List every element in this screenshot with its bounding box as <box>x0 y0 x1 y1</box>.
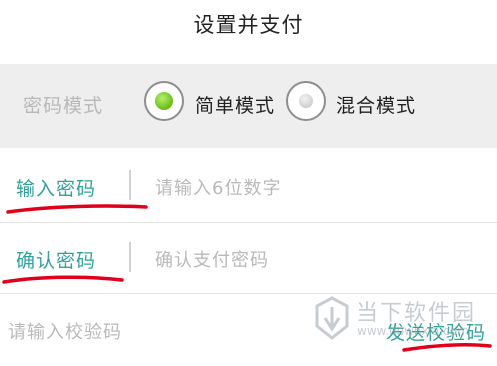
row-divider <box>0 222 497 223</box>
radio-selected-dot <box>155 92 173 110</box>
password-mode-label: 密码模式 <box>23 95 104 117</box>
verify-code-input[interactable]: 请输入校验码 <box>8 318 122 344</box>
confirm-password-label: 确认密码 <box>16 250 97 272</box>
simple-mode-label[interactable]: 简单模式 <box>195 91 275 118</box>
confirm-password-input[interactable]: 确认支付密码 <box>155 246 269 272</box>
confirm-password-row: 确认密码 确认支付密码 <box>0 224 497 296</box>
title-bar: 设置并支付 <box>0 0 497 58</box>
password-input[interactable]: 请输入6位数字 <box>155 174 281 200</box>
watermark: 当下软件园 www.downxia.com <box>308 292 493 346</box>
radio-unselected-dot <box>299 94 313 108</box>
field-separator <box>129 242 131 272</box>
password-mode-row: 密码模式 简单模式 混合模式 <box>0 64 497 148</box>
field-separator <box>129 170 131 200</box>
simple-mode-radio[interactable] <box>144 81 184 121</box>
password-row: 输入密码 请输入6位数字 <box>0 152 497 224</box>
watermark-cn-text: 当下软件园 <box>356 301 477 326</box>
watermark-en-text: www.downxia.com <box>357 324 469 338</box>
mixed-mode-radio[interactable] <box>286 81 326 121</box>
page-title: 设置并支付 <box>193 13 304 37</box>
mixed-mode-label[interactable]: 混合模式 <box>336 91 416 118</box>
watermark-logo-icon <box>315 296 349 340</box>
password-label: 输入密码 <box>16 178 97 200</box>
